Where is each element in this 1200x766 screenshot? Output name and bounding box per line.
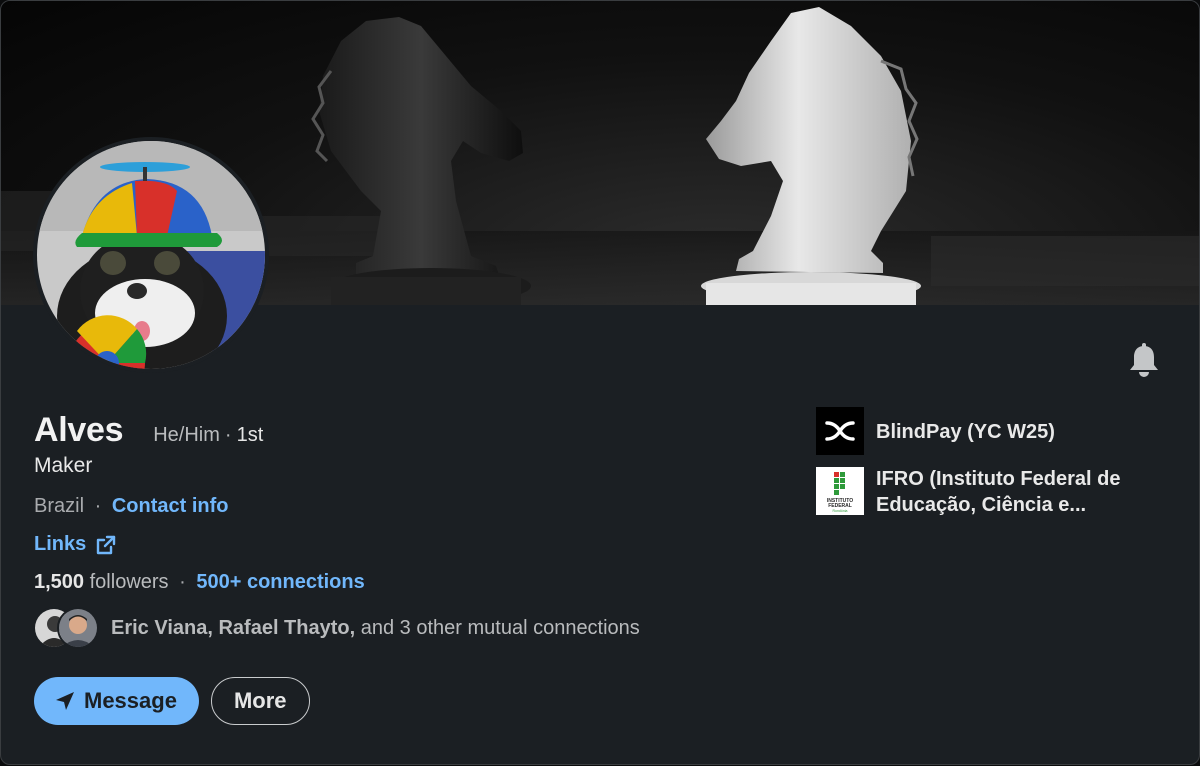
- bell-icon[interactable]: [1125, 341, 1163, 379]
- degree-separator: ·: [224, 424, 232, 446]
- experience-list: BlindPay (YC W25) INSTITUTO FEDERAL Rond…: [816, 407, 1176, 530]
- connections-separator: ·: [179, 571, 186, 593]
- contact-info-link[interactable]: Contact info: [112, 495, 229, 517]
- followers-count: 1,500: [34, 571, 85, 593]
- send-icon: [56, 692, 74, 710]
- location-separator: ·: [94, 495, 102, 517]
- mutual-connections-text: Eric Viana, Rafael Thayto, and 3 other m…: [111, 617, 640, 640]
- location: Brazil: [34, 495, 85, 517]
- profile-avatar[interactable]: [33, 137, 269, 373]
- mutual-rest: and 3 other mutual connections: [360, 616, 640, 639]
- profile-card: Alves He/Him · 1st Maker Brazil · Contac…: [0, 0, 1200, 765]
- pronouns: He/Him: [153, 424, 220, 446]
- avatar: [57, 607, 99, 649]
- profile-headline: Maker: [34, 454, 93, 477]
- links-link[interactable]: Links: [34, 533, 116, 556]
- mutual-connections[interactable]: Eric Viana, Rafael Thayto, and 3 other m…: [33, 605, 640, 651]
- connection-degree: 1st: [236, 424, 264, 446]
- experience-name: IFRO (Instituto Federal de Educação, Ciê…: [876, 468, 1121, 516]
- more-button[interactable]: More: [210, 677, 310, 725]
- message-button[interactable]: Message: [34, 677, 199, 725]
- ifro-logo-line-3: Rondônia: [833, 509, 848, 513]
- mutual-avatars: [33, 605, 101, 651]
- followers-label: followers: [89, 571, 169, 593]
- stats-row: 1,500 followers · 500+ connections: [34, 571, 365, 594]
- profile-name: Alves: [34, 411, 124, 449]
- blindpay-logo: [816, 407, 864, 455]
- experience-item-ifro[interactable]: INSTITUTO FEDERAL Rondônia IFRO (Institu…: [816, 467, 1176, 518]
- external-link-icon: [97, 535, 116, 554]
- name-row: Alves He/Him · 1st: [34, 411, 263, 450]
- experience-item-blindpay[interactable]: BlindPay (YC W25): [816, 407, 1176, 455]
- links-label[interactable]: Links: [34, 533, 86, 556]
- message-button-label: Message: [84, 688, 177, 713]
- experience-name: BlindPay (YC W25): [876, 421, 1055, 443]
- location-row: Brazil · Contact info: [34, 495, 228, 518]
- connections-link[interactable]: 500+ connections: [196, 571, 364, 593]
- profile-actions: Message More: [34, 677, 310, 725]
- mutual-names: Eric Viana, Rafael Thayto,: [111, 616, 356, 639]
- ifro-logo: INSTITUTO FEDERAL Rondônia: [816, 467, 864, 515]
